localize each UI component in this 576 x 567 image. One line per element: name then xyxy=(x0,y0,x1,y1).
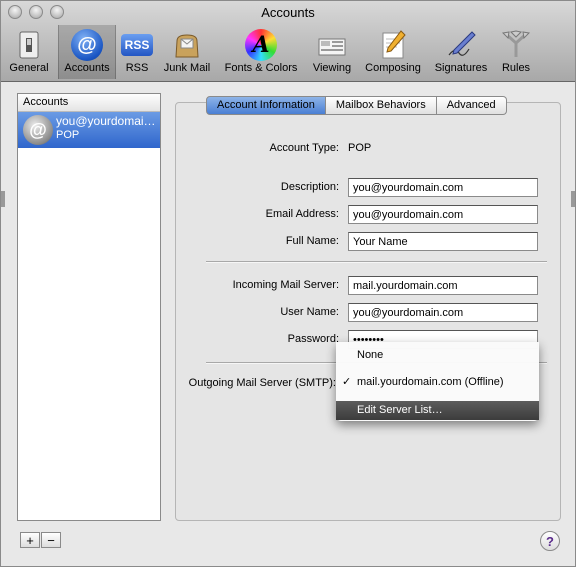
incoming-server-field[interactable] xyxy=(348,276,538,295)
at-sign-icon: @ xyxy=(23,115,53,145)
toolbar-signatures[interactable]: Signatures xyxy=(430,25,492,79)
remove-account-button[interactable]: − xyxy=(41,532,61,548)
email-address-field[interactable] xyxy=(348,205,538,224)
toolbar-label: Accounts xyxy=(64,62,110,74)
menu-item-smtp-server[interactable]: ✓ mail.yourdomain.com (Offline) xyxy=(336,373,539,392)
rss-icon: RSS xyxy=(121,34,153,56)
toolbar-composing[interactable]: Composing xyxy=(361,25,425,79)
toolbar-fonts-colors[interactable]: A Fonts & Colors xyxy=(219,25,303,79)
user-name-field[interactable] xyxy=(348,303,538,322)
tab-advanced[interactable]: Advanced xyxy=(436,96,507,115)
toolbar-viewing[interactable]: Viewing xyxy=(307,25,357,79)
add-account-button[interactable]: + xyxy=(20,532,40,548)
toolbar-accounts[interactable]: @ Accounts xyxy=(58,25,116,79)
at-sign-icon: @ xyxy=(71,29,103,61)
account-name: you@yourdomai… xyxy=(56,114,156,128)
menu-item-label: None xyxy=(357,349,384,361)
help-button[interactable]: ? xyxy=(540,531,560,551)
toolbar-label: RSS xyxy=(125,62,149,74)
signature-pen-icon xyxy=(448,31,476,56)
incoming-server-label: Incoming Mail Server: xyxy=(232,279,339,291)
toolbar: Accounts General @ Accounts RSS RSS Junk… xyxy=(1,1,575,82)
window-edge-mark xyxy=(571,191,575,207)
window-title: Accounts xyxy=(261,5,315,20)
account-type-value: POP xyxy=(348,142,372,154)
rules-arrows-icon xyxy=(501,30,531,57)
account-type: POP xyxy=(56,129,80,141)
password-label: Password: xyxy=(287,333,339,345)
menu-item-label: mail.yourdomain.com (Offline) xyxy=(357,376,504,388)
toolbar-label: Signatures xyxy=(434,62,488,74)
toolbar-junk-mail[interactable]: Junk Mail xyxy=(160,25,214,79)
fonts-colors-icon: A xyxy=(245,29,277,61)
junk-mail-bag-icon xyxy=(175,34,199,58)
preferences-window: Accounts General @ Accounts RSS RSS Junk… xyxy=(0,0,576,567)
toolbar-label: General xyxy=(9,62,49,74)
full-name-label: Full Name: xyxy=(285,235,339,247)
smtp-server-menu: None ✓ mail.yourdomain.com (Offline) Edi… xyxy=(336,342,539,421)
menu-item-edit-server-list[interactable]: Edit Server List… xyxy=(336,401,539,420)
checkmark-icon: ✓ xyxy=(342,376,352,388)
switch-icon xyxy=(19,31,39,59)
toolbar-label: Fonts & Colors xyxy=(224,62,298,74)
toolbar-label: Junk Mail xyxy=(163,62,211,74)
menu-item-none[interactable]: None xyxy=(336,346,539,365)
viewing-icon xyxy=(318,38,346,56)
window-edge-mark xyxy=(1,191,5,207)
tab-bar: Account Information Mailbox Behaviors Ad… xyxy=(206,96,507,115)
account-type-label: Account Type: xyxy=(269,142,339,154)
outgoing-server-label: Outgoing Mail Server (SMTP): xyxy=(188,377,336,389)
email-address-label: Email Address: xyxy=(265,208,339,220)
toolbar-label: Viewing xyxy=(312,62,352,74)
full-name-field[interactable] xyxy=(348,232,538,251)
description-field[interactable] xyxy=(348,178,538,197)
description-label: Description: xyxy=(280,181,339,193)
menu-item-label: Edit Server List… xyxy=(357,404,443,416)
tab-account-information[interactable]: Account Information xyxy=(206,96,326,115)
user-name-label: User Name: xyxy=(280,306,339,318)
toolbar-general[interactable]: General xyxy=(5,25,53,79)
account-row[interactable]: @ you@yourdomai… POP xyxy=(18,112,160,148)
section-divider xyxy=(206,261,547,263)
accounts-list: Accounts @ you@yourdomai… POP xyxy=(17,93,161,521)
composing-pencil-icon xyxy=(382,30,406,59)
toolbar-label: Rules xyxy=(501,62,531,74)
toolbar-label: Composing xyxy=(365,62,421,74)
toolbar-rss[interactable]: RSS RSS xyxy=(118,25,156,79)
tab-mailbox-behaviors[interactable]: Mailbox Behaviors xyxy=(325,96,437,115)
accounts-list-header: Accounts xyxy=(18,94,160,112)
toolbar-rules[interactable]: Rules xyxy=(496,25,536,79)
